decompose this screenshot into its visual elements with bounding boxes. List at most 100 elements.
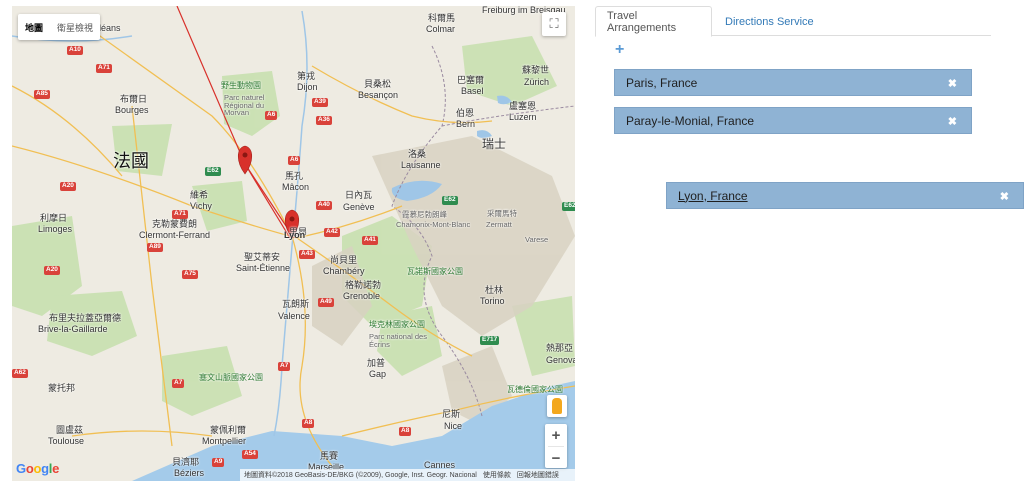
add-stop-button[interactable]: +: [615, 41, 624, 59]
label-chambery-cn: 尚貝里: [330, 255, 358, 265]
street-view-pegman[interactable]: [547, 395, 567, 417]
label-st-etienne: Saint-Étienne: [236, 263, 291, 273]
road-shield: A85: [34, 90, 50, 99]
label-basel-cn: 巴塞爾: [457, 75, 485, 85]
label-cahors-cn: 蒙托邦: [48, 383, 76, 393]
label-clermont-cn: 克勒蒙費朗: [152, 219, 198, 229]
label-macon-cn: 馬孔: [285, 171, 304, 181]
road-shield: A71: [96, 64, 112, 73]
label-nice: Nice: [444, 421, 463, 431]
label-colmar-cn: 科爾馬: [428, 13, 456, 23]
fullscreen-icon: ⛶: [549, 16, 559, 31]
label-genova-cn: 熱那亞: [546, 343, 574, 353]
label-zurich: Zürich: [524, 77, 550, 87]
remove-stop-icon[interactable]: ✖: [948, 77, 957, 90]
label-besancon-cn: 貝桑松: [364, 79, 392, 89]
terms-link[interactable]: 使用條款: [483, 470, 511, 480]
label-zermatt-cn: 采爾馬特: [487, 209, 517, 218]
map-attribution: 地圖資料©2018 GeoBasis-DE/BKG (©2009), Googl…: [244, 472, 477, 479]
road-shield: A41: [362, 236, 378, 245]
google-map[interactable]: Orléans 布爾日 Bourges 法國 野生動物園 Parc nature…: [12, 6, 575, 481]
label-toulouse-cn: 圖盧茲: [56, 425, 84, 435]
label-grenoble: Grenoble: [343, 291, 381, 301]
label-dijon-cn: 第戎: [297, 71, 316, 81]
road-shield: A6: [288, 156, 301, 165]
label-grenoble-cn: 格勒諾勃: [345, 280, 382, 290]
fullscreen-button[interactable]: ⛶: [542, 12, 566, 36]
road-shield: A20: [44, 266, 60, 275]
zoom-out-button[interactable]: −: [545, 447, 567, 469]
road-shield: A89: [147, 243, 163, 252]
zoom-control: + −: [545, 424, 567, 468]
tab-travel-arrangements[interactable]: Travel Arrangements: [595, 6, 712, 37]
zoom-in-button[interactable]: +: [545, 424, 567, 446]
label-brive-cn: 布里夫拉蓋亞爾德: [49, 313, 122, 323]
label-macon: Mâcon: [282, 182, 310, 192]
stop-label: Paray-le-Monial, France: [626, 113, 755, 128]
label-gap: Gap: [369, 369, 387, 379]
label-gap-cn: 加普: [367, 358, 386, 368]
label-torino-cn: 杜林: [485, 285, 504, 295]
label-morvan: 野生動物園: [221, 81, 261, 90]
road-shield: A36: [316, 116, 332, 125]
remove-stop-icon[interactable]: ✖: [948, 115, 957, 128]
label-montpellier-cn: 蒙佩利爾: [210, 425, 247, 435]
stop-item[interactable]: Paris, France ✖: [614, 69, 972, 96]
stop-label: Lyon, France: [678, 188, 748, 203]
stop-item[interactable]: Paray-le-Monial, France ✖: [614, 107, 972, 134]
label-torino: Torino: [480, 296, 505, 306]
pegman-icon: [552, 398, 562, 414]
label-lausanne: Lausanne: [401, 160, 441, 170]
road-shield: A39: [312, 98, 328, 107]
label-besancon: Besançon: [358, 90, 399, 100]
label-chambery: Chambéry: [323, 266, 365, 276]
road-shield: E62: [205, 167, 221, 176]
remove-stop-icon[interactable]: ✖: [1000, 190, 1009, 203]
map-type-satellite[interactable]: 衛星檢視: [50, 14, 100, 40]
road-shield: A6: [265, 111, 278, 120]
label-bourges-cn: 布爾日: [120, 94, 148, 104]
label-nice-cn: 尼斯: [442, 409, 461, 419]
road-shield: A20: [60, 182, 76, 191]
label-bern-cn: 伯恩: [456, 108, 475, 118]
label-bern: Bern: [456, 119, 476, 129]
label-valence-cn: 瓦朗斯: [282, 299, 310, 309]
road-shield: A9: [212, 458, 225, 467]
stop-item-dragging[interactable]: Lyon, France ✖: [666, 182, 1024, 209]
label-swiss: 瑞士: [482, 137, 507, 151]
label-ecrins: 埃克林國家公園: [369, 320, 425, 329]
label-vanoise: 瓦諾斯國家公園: [407, 267, 463, 276]
road-shield: A10: [67, 46, 83, 55]
road-shield: A8: [302, 419, 315, 428]
road-shield: A7: [172, 379, 185, 388]
road-shield: A49: [318, 298, 334, 307]
tab-directions-service[interactable]: Directions Service: [714, 6, 825, 37]
label-limoges-cn: 利摩日: [40, 213, 68, 223]
label-chamonix: Chamonix-Mont-Blanc: [396, 220, 471, 229]
road-shield: A71: [172, 210, 188, 219]
label-clermont: Clermont-Ferrand: [139, 230, 211, 240]
label-geneva-cn: 日內瓦: [345, 190, 373, 200]
map-terrain: [12, 6, 575, 481]
app-root: Orléans 布爾日 Bourges 法國 野生動物園 Parc nature…: [0, 0, 1024, 489]
label-brive: Brive-la-Gaillarde: [38, 324, 108, 334]
road-shield: A62: [12, 369, 28, 378]
stop-label: Paris, France: [626, 75, 698, 90]
label-beziers-cn: 貝濟耶: [172, 457, 200, 467]
label-ecrins-en: Parc national des Écrins: [369, 332, 427, 349]
report-error-link[interactable]: 回報地圖錯誤: [517, 470, 559, 480]
road-shield: A42: [324, 228, 340, 237]
road-shield: A7: [278, 362, 291, 371]
label-gran-paradiso: 瓦德倫國家公園: [507, 385, 563, 394]
road-shield: A75: [182, 270, 198, 279]
label-geneva: Genève: [343, 202, 375, 212]
tab-bar: Travel Arrangements Directions Service: [595, 6, 991, 37]
label-montpellier: Montpellier: [202, 436, 247, 446]
google-logo[interactable]: Google: [16, 461, 59, 476]
road-shield: E62: [562, 202, 575, 211]
map-type-control: 地圖 衛星檢視: [18, 14, 101, 40]
label-varese: Varese: [525, 235, 549, 244]
road-shield: A43: [299, 250, 315, 259]
label-bourges: Bourges: [115, 105, 149, 115]
map-type-roadmap[interactable]: 地圖: [18, 14, 50, 40]
